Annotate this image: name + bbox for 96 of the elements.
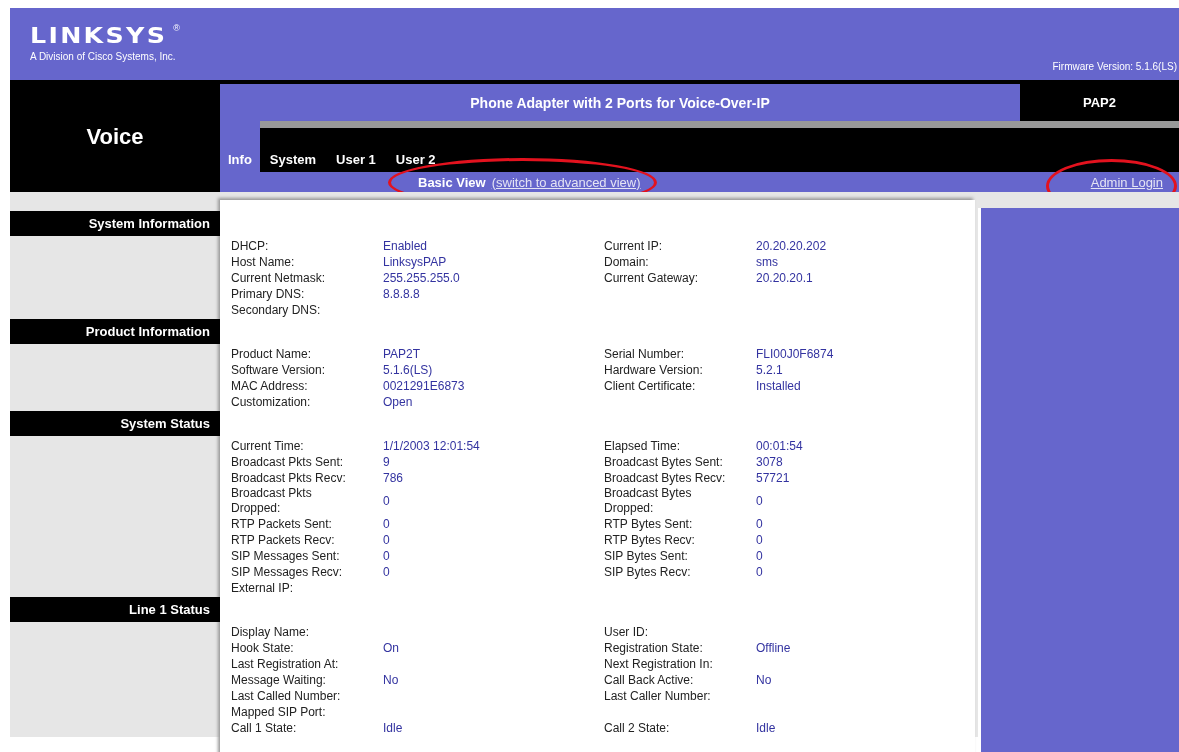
field-value: 0 [383,548,391,564]
field-label: Broadcast Bytes Sent: [604,454,724,470]
field-label: RTP Packets Recv: [231,532,336,548]
field-value: 0 [756,493,764,509]
field-label: Broadcast Pkts Dropped: [231,486,313,516]
field-label: Next Registration In: [604,656,714,672]
field-value: 0 [383,493,391,509]
section-header: System Status [10,411,220,436]
field-value: Offline [756,640,792,656]
field-value: 5.2.1 [756,362,784,378]
field-value: 1/1/2003 12:01:54 [383,438,481,454]
field-value: Enabled [383,238,429,254]
field-value: 255.255.255.0 [383,270,461,286]
field-value: 3078 [756,454,784,470]
field-value: 57721 [756,470,791,486]
field-label: SIP Messages Recv: [231,564,344,580]
field-label: Call Back Active: [604,672,695,688]
field-label: Domain: [604,254,650,270]
field-label: Hook State: [231,640,295,656]
field-label: RTP Bytes Sent: [604,516,694,532]
view-mode-label: Basic View [418,174,486,190]
field-label: Current IP: [604,238,664,254]
field-label: Mapped SIP Port: [231,704,327,720]
page-title: Phone Adapter with 2 Ports for Voice-Over-IP [220,84,1020,121]
field-label: SIP Bytes Sent: [604,548,689,564]
field-label: SIP Messages Sent: [231,548,341,564]
field-label: RTP Bytes Recv: [604,532,696,548]
section-header: Product Information [10,319,220,344]
field-value: On [383,640,400,656]
field-label: DHCP: [231,238,270,254]
field-label: Broadcast Pkts Recv: [231,470,347,486]
field-label: Broadcast Pkts Sent: [231,454,345,470]
field-label: Serial Number: [604,346,686,362]
field-label: Hardware Version: [604,362,704,378]
field-label: Last Registration At: [231,656,340,672]
tab[interactable]: Info [220,121,260,172]
firmware-version: Firmware Version: 5.1.6(LS) [1052,61,1177,72]
field-value: 0 [383,516,391,532]
field-label: Broadcast Bytes Dropped: [604,486,693,516]
field-value: 20.20.20.1 [756,270,814,286]
field-label: Software Version: [231,362,327,378]
admin-login-link[interactable]: Admin Login [1090,175,1163,190]
field-value: Open [383,394,414,410]
field-label: Broadcast Bytes Recv: [604,470,727,486]
field-value: 8.8.8.8 [383,286,421,302]
section-header: System Information [10,211,220,236]
field-value: 0021291E6873 [383,378,466,394]
field-label: Call 2 State: [604,720,671,736]
field-label: Last Caller Number: [604,688,712,704]
field-label: Client Certificate: [604,378,697,394]
field-label: RTP Packets Sent: [231,516,333,532]
field-label: Primary DNS: [231,286,306,302]
field-value: No [383,672,400,688]
field-value: 786 [383,470,405,486]
field-label: Customization: [231,394,312,410]
field-label: Call 1 State: [231,720,298,736]
field-value: PAP2T [383,346,422,362]
product-area-title: Voice [86,124,144,150]
field-label: Registration State: [604,640,704,656]
field-label: Secondary DNS: [231,302,322,318]
field-label: Elapsed Time: [604,438,682,454]
field-value: 0 [756,548,764,564]
field-value: sms [756,254,779,270]
field-label: Current Time: [231,438,305,454]
logo-subtitle: A Division of Cisco Systems, Inc. [30,50,177,62]
field-value: FLI00J0F6874 [756,346,835,362]
field-value: 0 [756,516,764,532]
field-value: 0 [383,564,391,580]
field-label: SIP Bytes Recv: [604,564,692,580]
field-label: MAC Address: [231,378,309,394]
field-value: No [756,672,773,688]
field-label: Host Name: [231,254,296,270]
field-value: 00:01:54 [756,438,804,454]
field-value: 0 [756,564,764,580]
field-value: 0 [383,532,391,548]
field-label: Last Called Number: [231,688,342,704]
field-value: 9 [383,454,391,470]
field-value: LinksysPAP [383,254,448,270]
field-label: Product Name: [231,346,313,362]
field-value: 5.1.6(LS) [383,362,434,378]
field-value: 0 [756,532,764,548]
model-name: PAP2 [1082,94,1117,112]
field-label: Display Name: [231,624,311,640]
section-header: Line 1 Status [10,597,220,622]
logo: LINKSYS [30,22,168,49]
field-label: External IP: [231,580,295,596]
advanced-view-link[interactable]: (switch to advanced view) [491,174,641,190]
field-label: Message Waiting: [231,672,327,688]
field-value: Idle [383,720,404,736]
registered-mark: ® [173,22,180,33]
field-value: Idle [756,720,777,736]
field-label: User ID: [604,624,649,640]
field-label: Current Gateway: [604,270,700,286]
field-value: 20.20.20.202 [756,238,828,254]
field-value: Installed [756,378,802,394]
field-label: Current Netmask: [231,270,327,286]
